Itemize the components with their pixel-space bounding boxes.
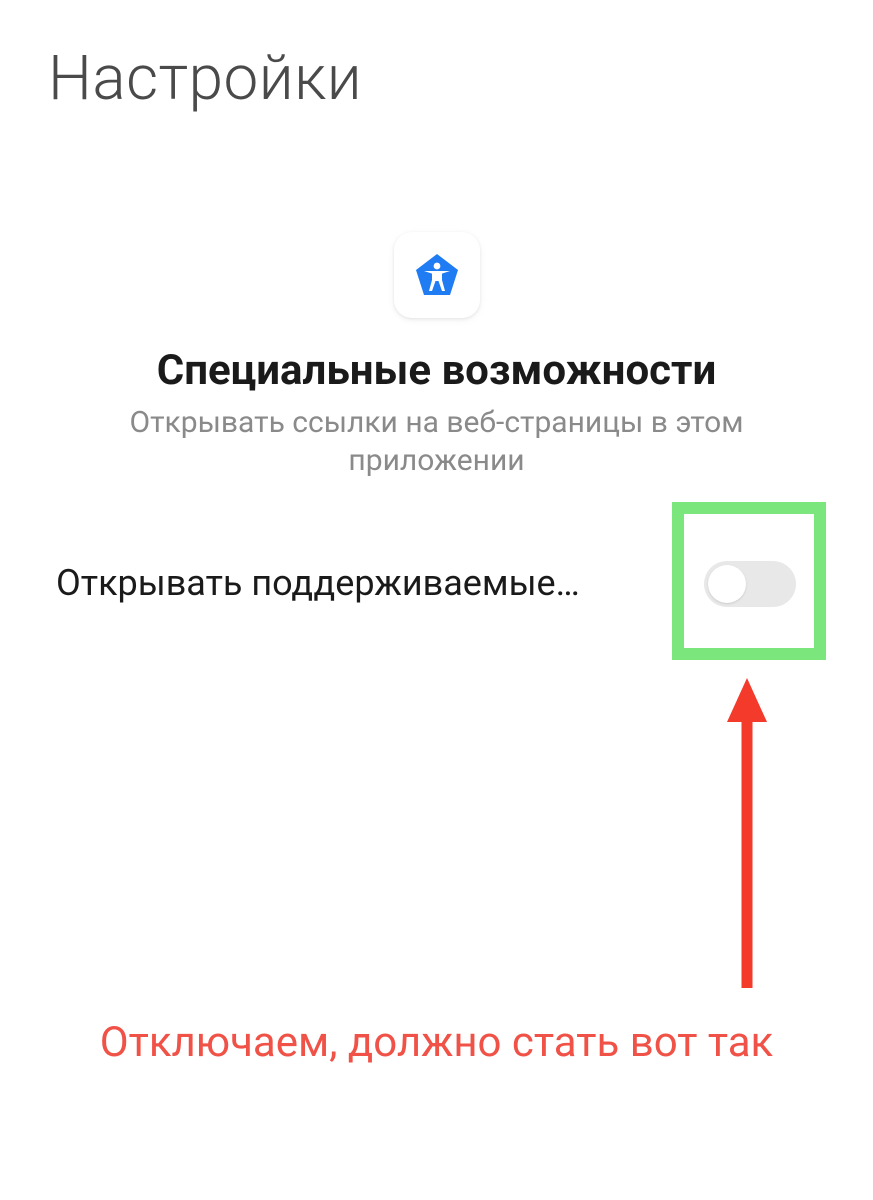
page-title: Настройки — [48, 42, 362, 115]
annotation-text: Отключаем, должно стать вот так — [0, 1018, 873, 1067]
section-title: Специальные возможности — [0, 346, 873, 395]
setting-label: Открывать поддерживаемые… — [56, 562, 580, 604]
toggle-knob — [708, 565, 746, 603]
open-supported-toggle[interactable] — [704, 561, 796, 607]
annotation-arrow — [723, 678, 771, 988]
accessibility-pentagon-icon — [412, 250, 462, 300]
section-subtitle: Открывать ссылки на веб-страницы в этом … — [90, 404, 783, 481]
accessibility-app-icon — [394, 232, 480, 318]
